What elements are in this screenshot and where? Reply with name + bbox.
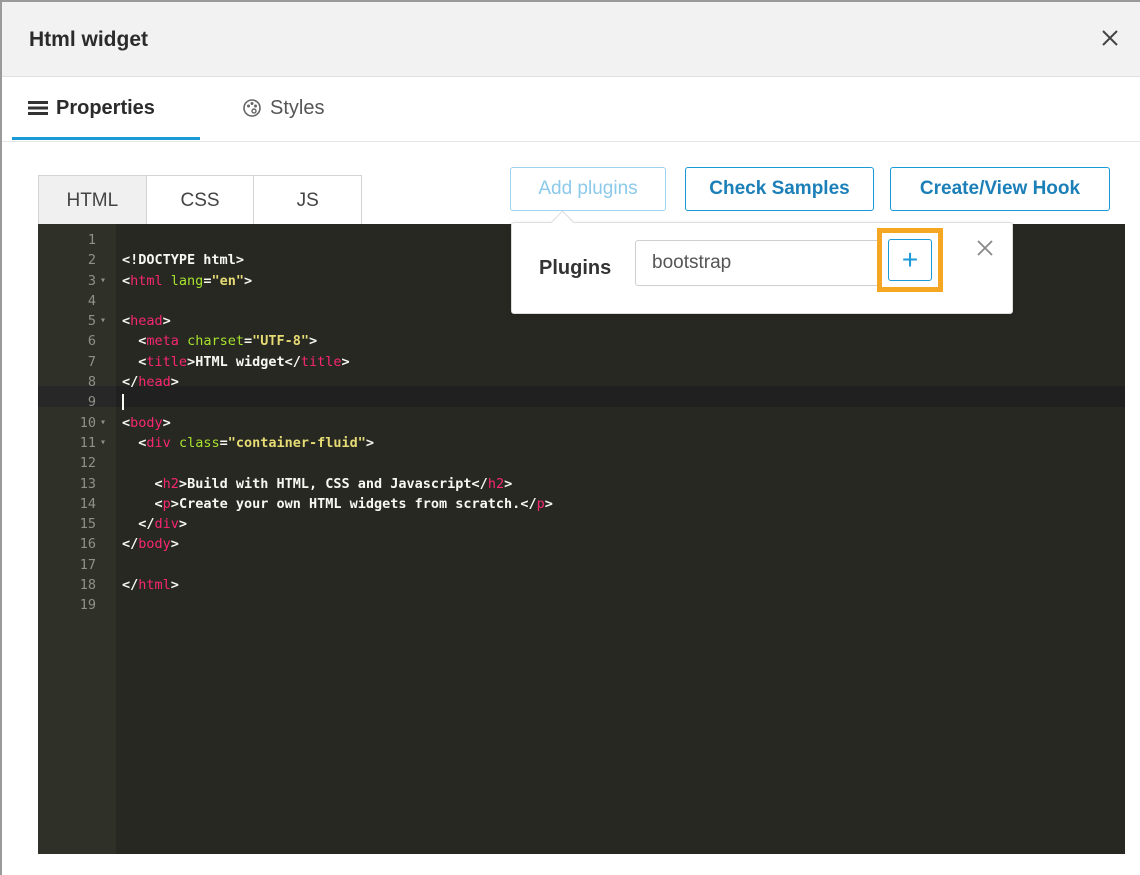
- tab-styles[interactable]: Styles: [242, 77, 324, 139]
- fold-arrow-icon[interactable]: ▾: [100, 311, 106, 331]
- tab-properties-label: Properties: [56, 96, 155, 119]
- line-number: 12: [79, 455, 96, 472]
- code-text: </head>: [122, 374, 179, 391]
- fold-arrow-icon[interactable]: ▾: [100, 413, 106, 433]
- close-icon[interactable]: [1098, 26, 1122, 50]
- plugins-label: Plugins: [539, 257, 612, 279]
- code-line: 5 ▾ <head>: [38, 311, 1125, 331]
- code-text: <html lang="en">: [122, 272, 253, 289]
- html-widget-dialog: Html widget Properties Styles HTML CSS J…: [0, 0, 1140, 875]
- close-popover-icon[interactable]: [974, 237, 996, 259]
- line-number: 13: [79, 475, 96, 492]
- code-text: <body>: [122, 414, 171, 431]
- line-number: 7: [87, 353, 96, 370]
- add-plugin-button[interactable]: +: [888, 239, 932, 281]
- editor-language-tabs: HTML CSS JS: [38, 175, 362, 225]
- code-text: [122, 392, 124, 412]
- code-line: 13 <h2>Build with HTML, CSS and Javascri…: [38, 474, 1125, 494]
- line-number: 15: [79, 516, 96, 533]
- tab-styles-label: Styles: [270, 96, 325, 119]
- text-cursor: [122, 394, 124, 411]
- code-text: <!DOCTYPE html>: [122, 252, 244, 269]
- code-line: 17: [38, 555, 1125, 575]
- line-number: 6: [87, 333, 96, 350]
- tab-js[interactable]: JS: [254, 176, 362, 225]
- line-number: 9: [87, 394, 96, 411]
- code-line: 6 <meta charset="UTF-8">: [38, 331, 1125, 351]
- code-text: <p>Create your own HTML widgets from scr…: [154, 495, 553, 512]
- code-line: 14 <p>Create your own HTML widgets from …: [38, 494, 1125, 514]
- code-line: 12: [38, 453, 1125, 473]
- code-line: 18 </html>: [38, 575, 1125, 595]
- code-text: </div>: [138, 516, 188, 533]
- line-number: 14: [79, 495, 96, 512]
- line-number: 17: [79, 556, 96, 573]
- code-editor[interactable]: 1 2 <!DOCTYPE html> 3 ▾ <html lang="en"> 4 5 ▾ <h…: [38, 224, 1125, 854]
- code-line: 10 ▾ <body>: [38, 413, 1125, 433]
- tab-properties[interactable]: Properties: [28, 77, 155, 139]
- dialog-title: Html widget: [29, 28, 148, 51]
- line-number: 5: [87, 313, 96, 330]
- tab-html[interactable]: HTML: [39, 176, 147, 225]
- line-number: 11: [79, 434, 96, 451]
- code-text: <div class="container-fluid">: [138, 434, 375, 451]
- line-number: 8: [87, 374, 96, 391]
- code-text: <title>HTML widget</title>: [138, 353, 350, 370]
- code-text: <meta charset="UTF-8">: [138, 333, 318, 350]
- panel-tabs: Properties Styles: [2, 77, 1140, 142]
- fold-arrow-icon[interactable]: ▾: [100, 433, 106, 453]
- code-text: </body>: [122, 536, 179, 553]
- add-plugin-highlight: +: [877, 228, 943, 292]
- code-text: <h2>Build with HTML, CSS and Javascript<…: [154, 475, 513, 492]
- line-number: 16: [79, 536, 96, 553]
- check-samples-button[interactable]: Check Samples: [685, 167, 874, 211]
- line-number: 4: [87, 292, 96, 309]
- code-line: 15 </div>: [38, 514, 1125, 534]
- plugins-popover: Plugins +: [511, 210, 1013, 314]
- popover-arrow: [550, 210, 575, 235]
- line-number: 2: [87, 252, 96, 269]
- code-text: <head>: [122, 313, 171, 330]
- line-number: 3: [87, 272, 96, 289]
- tab-css[interactable]: CSS: [146, 176, 255, 225]
- list-icon: [28, 101, 48, 115]
- plugins-input[interactable]: [635, 240, 885, 286]
- create-view-hook-button[interactable]: Create/View Hook: [890, 167, 1110, 211]
- code-text: </html>: [122, 577, 179, 594]
- code-line: 16 </body>: [38, 534, 1125, 554]
- code-line: 7 <title>HTML widget</title>: [38, 352, 1125, 372]
- code-line: 19: [38, 595, 1125, 615]
- code-line: 11 ▾ <div class="container-fluid">: [38, 433, 1125, 453]
- line-number: 1: [87, 232, 96, 248]
- add-plugins-button[interactable]: Add plugins: [510, 167, 666, 211]
- code-line: 9: [38, 392, 1125, 412]
- line-number: 18: [79, 577, 96, 594]
- line-number: 19: [79, 597, 96, 614]
- code-line: 8 </head>: [38, 372, 1125, 392]
- palette-icon: [243, 99, 261, 117]
- fold-arrow-icon[interactable]: ▾: [100, 271, 106, 291]
- active-tab-indicator: [12, 137, 200, 140]
- dialog-header: Html widget: [2, 2, 1140, 77]
- line-number: 10: [79, 414, 96, 431]
